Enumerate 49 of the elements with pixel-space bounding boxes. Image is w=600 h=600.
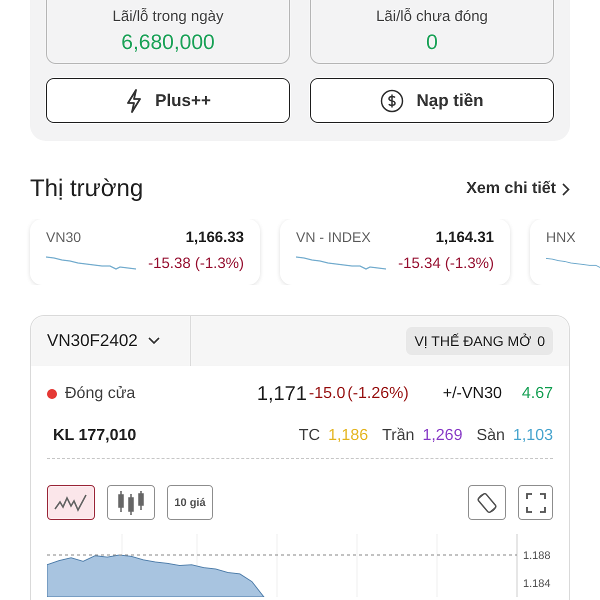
ref-label: Sàn	[476, 427, 505, 445]
index-change: -15.34 (-1.3%)	[398, 255, 494, 274]
index-change: -15.38 (-1.3%)	[148, 255, 244, 274]
status-label: Đóng cửa	[65, 385, 136, 403]
ref-label: TC	[298, 427, 320, 445]
fullscreen-button[interactable]	[518, 485, 553, 520]
basis-label: +/-VN30	[442, 385, 502, 403]
chevron-down-icon	[148, 337, 160, 345]
symbol-dropdown[interactable]: VN30F2402	[31, 316, 191, 366]
index-name: VN - INDEX	[296, 229, 372, 247]
basis-value: 4.67	[522, 385, 553, 403]
open-positions-badge[interactable]: VỊ THẾ ĐANG MỞ 0	[406, 327, 553, 355]
axis-label: 1.188	[523, 550, 551, 562]
fullscreen-icon	[526, 492, 546, 512]
lightning-icon	[125, 88, 144, 112]
axis-label: 1.184	[523, 578, 551, 590]
last-price: 1,171	[256, 382, 307, 406]
index-card[interactable]: VN - INDEX 1,164.31 -15.34 (-1.3%)	[280, 219, 510, 285]
line-chart-icon	[54, 492, 88, 512]
index-card[interactable]: HNX	[530, 219, 600, 285]
depth-button[interactable]: 10 giá	[167, 485, 213, 520]
see-more-link[interactable]: Xem chi tiết	[466, 180, 570, 198]
action-button[interactable]: Nạp tiền	[310, 78, 554, 123]
index-card[interactable]: VN30 1,166.33 -15.38 (-1.3%)	[30, 219, 260, 285]
index-value: 1,166.33	[184, 229, 244, 248]
ref-label: Trần	[382, 427, 414, 445]
ref-value: 1,186	[328, 427, 368, 445]
index-value: 1,164.31	[434, 229, 494, 248]
section-title: Thị trường	[30, 175, 144, 203]
index-name: HNX	[546, 229, 577, 247]
stat-value: 0	[426, 31, 438, 55]
price-change: -15.0	[308, 385, 346, 403]
dollar-icon	[380, 88, 404, 112]
chart-type-button[interactable]	[47, 485, 95, 520]
chevron-right-icon	[562, 182, 570, 196]
volume-text: KL 177,010	[53, 427, 136, 445]
ref-value: 1,269	[422, 427, 462, 445]
stat-value: 6,680,000	[121, 31, 215, 55]
stat-label: Lãi/lỗ chưa đóng	[376, 8, 488, 25]
candlestick-icon	[116, 490, 146, 516]
sparkline-drawing	[546, 255, 600, 271]
chart-type-button[interactable]	[107, 485, 155, 520]
price-change-percent: (-1.26%)	[347, 385, 409, 403]
index-name: VN30	[46, 229, 82, 247]
ref-value: 1,103	[512, 427, 553, 445]
stat-label: Lãi/lỗ trong ngày	[112, 8, 224, 25]
action-button[interactable]: Plus++	[46, 78, 290, 123]
rotate-icon	[475, 490, 499, 514]
rotate-button[interactable]	[468, 485, 506, 520]
